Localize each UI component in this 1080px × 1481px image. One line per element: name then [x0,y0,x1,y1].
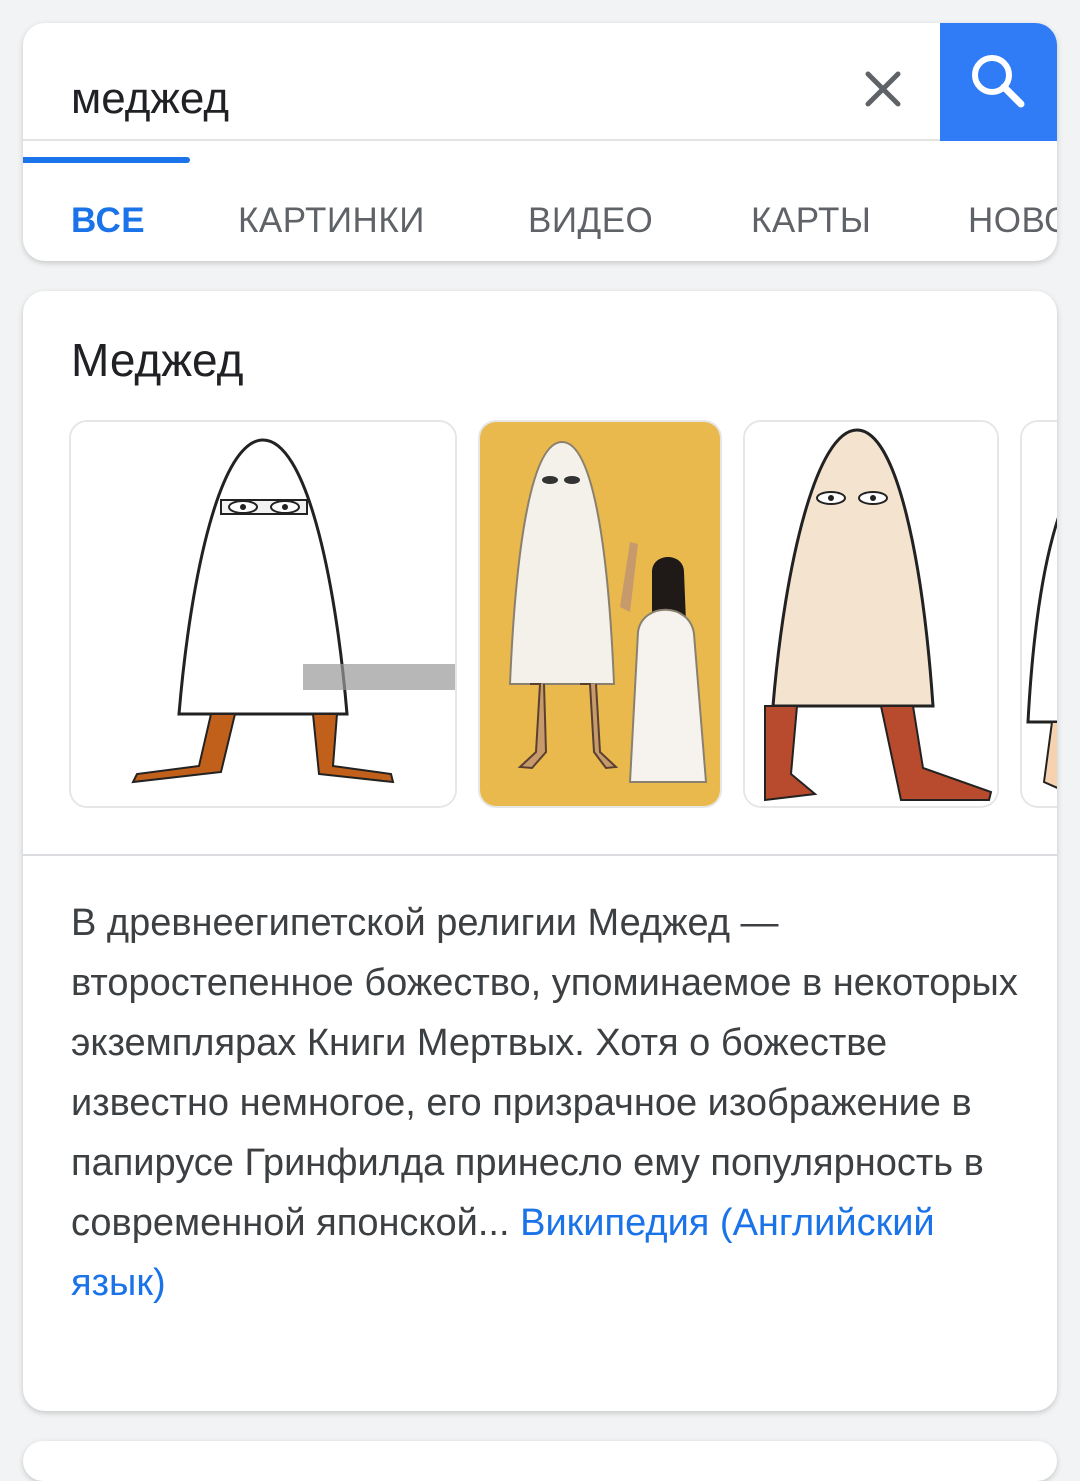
search-bar: меджед [23,23,1057,141]
knowledge-panel-title: Меджед [71,334,244,386]
tab-all[interactable]: ВСЕ [71,201,145,241]
medjed-painting [480,422,720,806]
image-thumbnail[interactable] [71,422,455,806]
clear-button[interactable] [853,59,913,119]
tab-maps[interactable]: КАРТЫ [751,201,871,241]
medjed-illustration-beige [745,422,997,806]
divider [23,854,1057,856]
close-icon [865,71,901,107]
tab-video[interactable]: ВИДЕО [528,201,653,241]
search-input[interactable]: меджед [71,77,229,121]
search-icon [972,55,1025,108]
description-text: В древнеегипетской религии Меджед — втор… [71,902,1018,1244]
active-tab-indicator [23,157,190,163]
search-card: меджед ВСЕ КАРТИНКИ ВИДЕО КАРТЫ НОВО [23,23,1057,261]
medjed-illustration-white [71,422,455,806]
image-thumbnail[interactable] [480,422,720,806]
tab-images[interactable]: КАРТИНКИ [238,201,425,241]
tab-news[interactable]: НОВО [968,201,1057,241]
image-thumbnail[interactable] [745,422,997,806]
knowledge-panel-description: В древнеегипетской религии Меджед — втор… [71,893,1021,1313]
knowledge-panel: Меджед В древнеегипетской религии Меджед… [23,291,1057,1411]
search-button[interactable] [940,23,1057,141]
medjed-illustration-partial [1022,422,1057,806]
image-thumbnail[interactable] [1022,422,1057,806]
next-result-card [23,1441,1057,1481]
